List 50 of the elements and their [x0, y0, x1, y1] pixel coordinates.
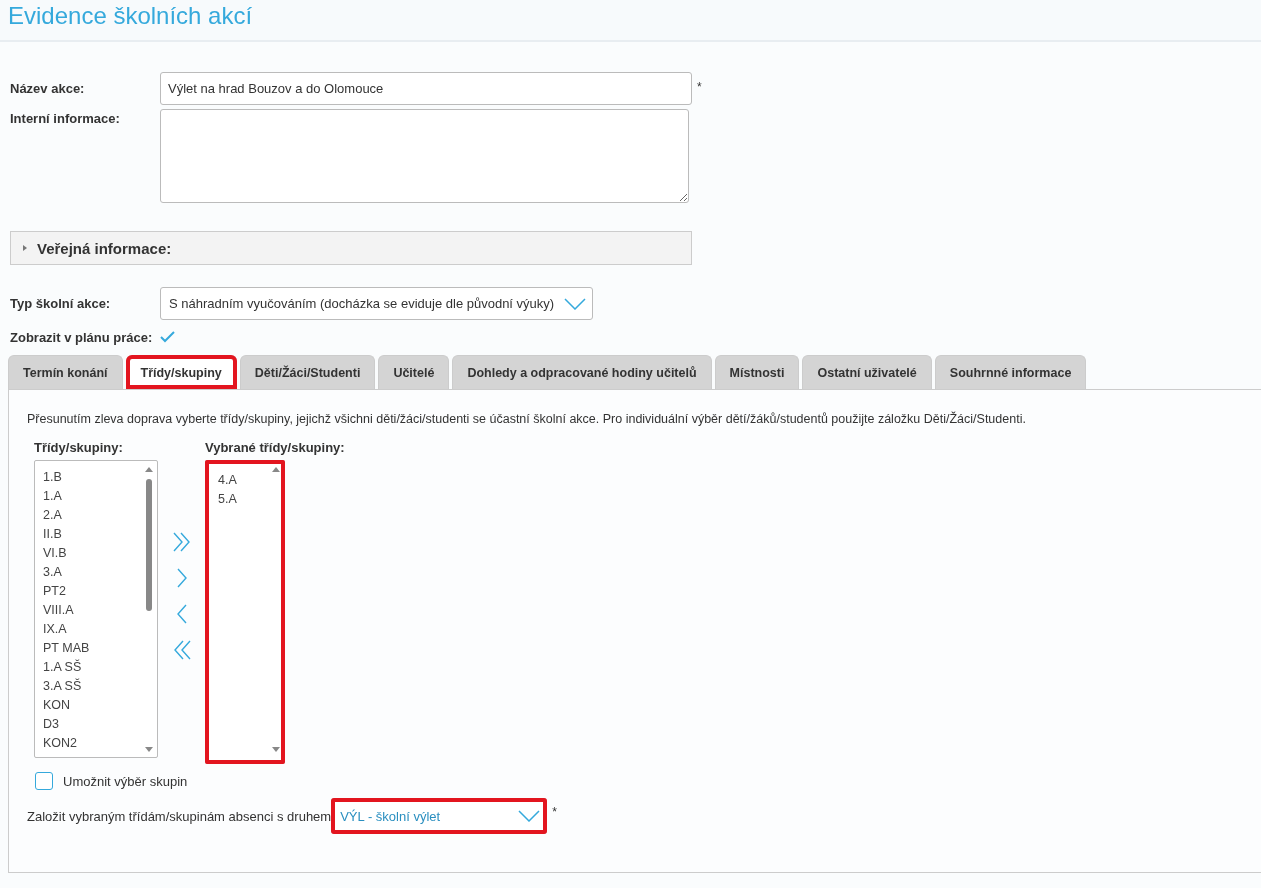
list-item[interactable]: 3.A SŠ: [43, 677, 82, 696]
internal-info-textarea[interactable]: [160, 109, 689, 203]
checkmark-icon[interactable]: [160, 331, 175, 343]
list-item[interactable]: 3.A: [43, 563, 62, 582]
list-item[interactable]: 1.B: [43, 468, 62, 487]
chevron-down-icon: [518, 810, 541, 822]
public-info-accordion[interactable]: Veřejná informace:: [10, 231, 692, 265]
list-item[interactable]: PT MAB: [43, 639, 90, 658]
absence-label: Založit vybraným třídám/skupinám absenci s druhem: [27, 808, 332, 824]
required-mark: *: [551, 805, 557, 819]
tab[interactable]: Souhrnné informace: [934, 355, 1087, 389]
tab[interactable]: Děti/Žáci/Studenti: [239, 355, 376, 389]
tab[interactable]: Termín konání: [8, 355, 123, 389]
absence-type-select[interactable]: VÝL - školní výlet: [331, 798, 548, 834]
instruction-text: Přesunutím zleva doprava vyberte třídy/skupiny, jejichž všichni děti/žáci/studenti se účastní školní akce. Pro individuální výběr dětí/žáků/studentů použijte záložku Děti/Žáci/Studenti.: [27, 412, 1027, 426]
list-label: Třídy/skupiny:: [34, 440, 124, 455]
tab[interactable]: Učitelé: [378, 355, 450, 389]
list-item[interactable]: 1.A: [43, 487, 62, 506]
triangle-icon: [23, 245, 27, 251]
field-label: Zobrazit v plánu práce:: [10, 329, 154, 345]
list-item[interactable]: 2.A: [43, 506, 62, 525]
tab[interactable]: Třídy/skupiny: [125, 355, 237, 389]
tab[interactable]: Ostatní uživatelé: [802, 355, 932, 389]
list-item[interactable]: VIII.A: [43, 601, 74, 620]
double-chevron-left-icon[interactable]: [171, 638, 193, 662]
field-label: Název akce:: [10, 80, 86, 96]
list-item[interactable]: KON: [43, 696, 71, 715]
page-title: Evidence školních akcí: [8, 2, 254, 30]
name-input[interactable]: Výlet na hrad Bouzov a do Olomouce: [160, 72, 692, 105]
list-item[interactable]: II.B: [43, 525, 62, 544]
checkbox-label: Umožnit výběr skupin: [63, 773, 188, 789]
tab[interactable]: Místnosti: [714, 355, 800, 389]
list-item[interactable]: PT2: [43, 582, 66, 601]
list-item[interactable]: 5.A: [218, 490, 237, 509]
list-item[interactable]: D3: [43, 715, 59, 734]
selected-groups-list[interactable]: 4.A 5.A: [205, 460, 285, 764]
list-item[interactable]: IX.A: [43, 620, 67, 639]
tab[interactable]: Dohledy a odpracované hodiny učitelů: [452, 355, 712, 389]
list-item[interactable]: 1.A SŠ: [43, 658, 82, 677]
required-mark: *: [696, 79, 702, 94]
chevron-down-icon: [564, 297, 587, 310]
field-label: Interní informace:: [10, 110, 121, 126]
list-item[interactable]: KON2: [43, 734, 78, 753]
list-label: Vybrané třídy/skupiny:: [205, 440, 345, 455]
checkbox[interactable]: [35, 772, 53, 790]
list-item[interactable]: VI.B: [43, 544, 67, 563]
groups-list[interactable]: 1.B 1.A 2.A II.B VI.B 3.A PT2 VIII.A IX.A PT MAB 1.A SŠ 3.A SŠ KON D3 KON2: [34, 460, 158, 758]
event-type-select[interactable]: S náhradním vyučováním (docházka se eviduje dle původní výuky): [160, 287, 594, 320]
field-label: Typ školní akce:: [10, 295, 112, 311]
list-item[interactable]: 4.A: [218, 471, 237, 490]
